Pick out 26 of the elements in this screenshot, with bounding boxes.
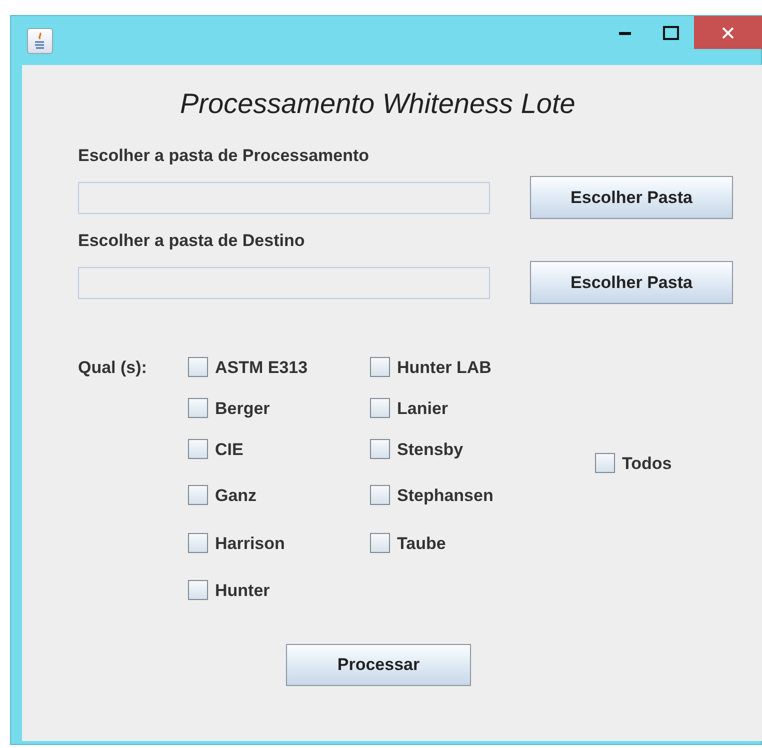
- process-button[interactable]: Processar: [286, 644, 471, 686]
- checkbox[interactable]: Ganz: [188, 486, 370, 508]
- checkbox[interactable]: Berger: [188, 399, 370, 421]
- checkbox[interactable]: CIE: [188, 440, 370, 462]
- checkbox[interactable]: Hunter LAB: [370, 358, 552, 380]
- close-icon: [721, 26, 735, 40]
- cup-icon: [27, 28, 53, 54]
- window-title: Processamento Whiteness Lote: [180, 88, 576, 121]
- checkbox[interactable]: Harrison: [188, 534, 370, 556]
- checkbox[interactable]: Todos: [595, 454, 672, 476]
- choose-folder-button[interactable]: Escolher Pasta: [530, 176, 733, 219]
- checkbox[interactable]: Taube: [370, 534, 552, 556]
- field-label: Escolher a pasta de Destino: [78, 231, 306, 252]
- minimize-icon: [619, 30, 631, 34]
- checkbox[interactable]: Lanier: [370, 399, 552, 421]
- methods-label: Qual (s):: [78, 358, 148, 379]
- input-field[interactable]: [78, 266, 490, 298]
- checkbox[interactable]: Hunter: [188, 581, 370, 603]
- checkbox[interactable]: ASTM E313: [188, 358, 370, 380]
- field-label: Escolher a pasta de Processamento: [78, 146, 370, 167]
- choose-folder-button[interactable]: Escolher Pasta: [530, 261, 733, 304]
- checkbox[interactable]: Stensby: [370, 440, 552, 462]
- close-button[interactable]: [694, 16, 762, 49]
- checkbox[interactable]: Stephansen: [370, 486, 552, 508]
- input-field[interactable]: [78, 182, 490, 214]
- maximize-icon: [663, 26, 679, 40]
